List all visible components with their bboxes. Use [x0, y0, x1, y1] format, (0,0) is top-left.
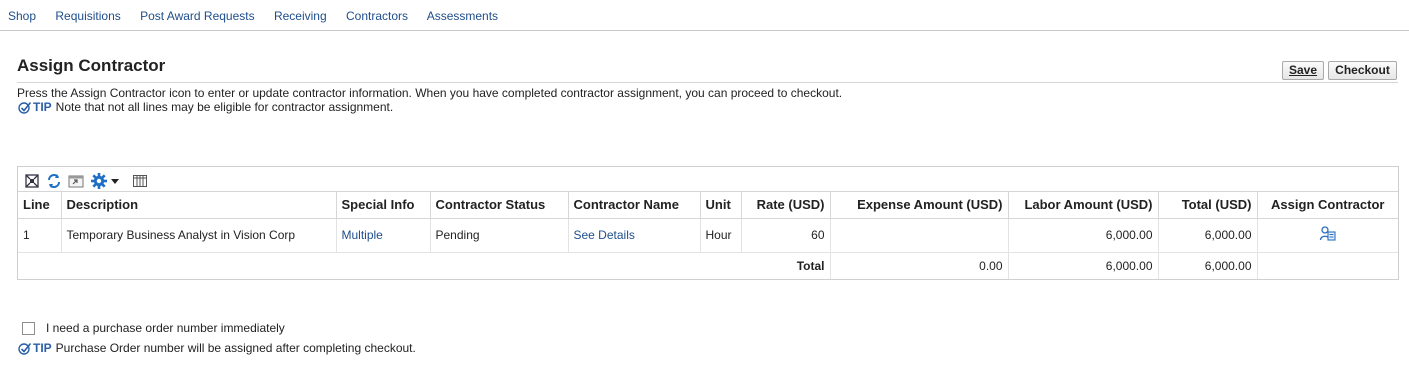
tip-label: TIP	[33, 341, 52, 355]
contractor-table: Line Description Special Info Contractor…	[18, 192, 1398, 279]
cell-expense-amount	[830, 218, 1009, 253]
col-header-rate[interactable]: Rate (USD)	[741, 192, 831, 219]
cell-special-info: Multiple	[336, 218, 431, 253]
special-info-link[interactable]: Multiple	[342, 228, 383, 242]
nav-assessments[interactable]: Assessments	[427, 9, 498, 23]
top-navigation: Shop Requisitions Post Award Requests Re…	[0, 0, 1409, 31]
tip-check-icon	[18, 342, 32, 355]
cell-description: Temporary Business Analyst in Vision Cor…	[61, 218, 337, 253]
col-header-assign-contractor[interactable]: Assign Contractor	[1257, 192, 1398, 219]
cell-line: 1	[18, 218, 62, 253]
col-header-contractor-name[interactable]: Contractor Name	[568, 192, 701, 219]
page-title: Assign Contractor	[17, 56, 166, 75]
tip-label: TIP	[33, 100, 52, 114]
contractor-table-region: Line Description Special Info Contractor…	[17, 166, 1399, 280]
po-number-checkbox[interactable]	[22, 321, 35, 335]
columns-icon[interactable]	[132, 172, 148, 190]
total-empty-cell	[1257, 252, 1398, 279]
cell-labor-amount: 6,000.00	[1008, 218, 1159, 253]
col-header-total[interactable]: Total (USD)	[1158, 192, 1258, 219]
tip-contractor-eligibility: TIP Note that not all lines may be eligi…	[18, 100, 393, 114]
col-header-expense-amount[interactable]: Expense Amount (USD)	[830, 192, 1009, 219]
total-label: Total	[18, 252, 831, 279]
export-icon[interactable]	[68, 172, 84, 190]
nav-contractors[interactable]: Contractors	[346, 9, 408, 23]
checkout-button[interactable]: Checkout	[1328, 61, 1397, 80]
col-header-line[interactable]: Line	[18, 192, 62, 219]
cell-assign-contractor	[1257, 218, 1398, 253]
col-header-unit[interactable]: Unit	[700, 192, 742, 219]
col-header-labor-amount[interactable]: Labor Amount (USD)	[1008, 192, 1159, 219]
table-header-row: Line Description Special Info Contractor…	[18, 192, 1398, 219]
gear-icon[interactable]	[90, 172, 108, 190]
total-total: 6,000.00	[1158, 252, 1258, 279]
see-details-link[interactable]: See Details	[574, 228, 635, 242]
instructions-text: Press the Assign Contractor icon to ente…	[17, 86, 843, 100]
cell-contractor-status: Pending	[430, 218, 569, 253]
header-divider	[17, 82, 1398, 83]
col-header-contractor-status[interactable]: Contractor Status	[430, 192, 569, 219]
table-total-row: Total 0.00 6,000.00 6,000.00	[18, 252, 1398, 279]
nav-requisitions[interactable]: Requisitions	[55, 9, 120, 23]
col-header-description[interactable]: Description	[61, 192, 337, 219]
tip-check-icon	[18, 101, 32, 114]
po-number-option: I need a purchase order number immediate…	[22, 321, 285, 335]
nav-receiving[interactable]: Receiving	[274, 9, 327, 23]
detach-icon[interactable]	[24, 172, 40, 190]
cell-unit: Hour	[700, 218, 742, 253]
cell-total: 6,000.00	[1158, 218, 1258, 253]
cell-contractor-name: See Details	[568, 218, 701, 253]
total-labor: 6,000.00	[1008, 252, 1159, 279]
save-button-label: Save	[1289, 63, 1318, 77]
refresh-icon[interactable]	[46, 172, 62, 190]
po-number-checkbox-label[interactable]: I need a purchase order number immediate…	[46, 321, 285, 335]
nav-post-award-requests[interactable]: Post Award Requests	[140, 9, 255, 23]
assign-contractor-icon[interactable]	[1319, 225, 1337, 245]
tip-purchase-order: TIP Purchase Order number will be assign…	[18, 341, 416, 355]
table-row: 1 Temporary Business Analyst in Vision C…	[18, 218, 1398, 253]
dropdown-arrow-icon[interactable]	[110, 172, 120, 190]
tip-text: Note that not all lines may be eligible …	[55, 100, 394, 114]
save-button[interactable]: Save	[1282, 61, 1324, 80]
table-toolbar	[18, 167, 1398, 192]
col-header-special-info[interactable]: Special Info	[336, 192, 431, 219]
cell-rate: 60	[741, 218, 831, 253]
total-expense: 0.00	[830, 252, 1009, 279]
nav-shop[interactable]: Shop	[8, 9, 36, 23]
tip-text: Purchase Order number will be assigned a…	[55, 341, 416, 355]
